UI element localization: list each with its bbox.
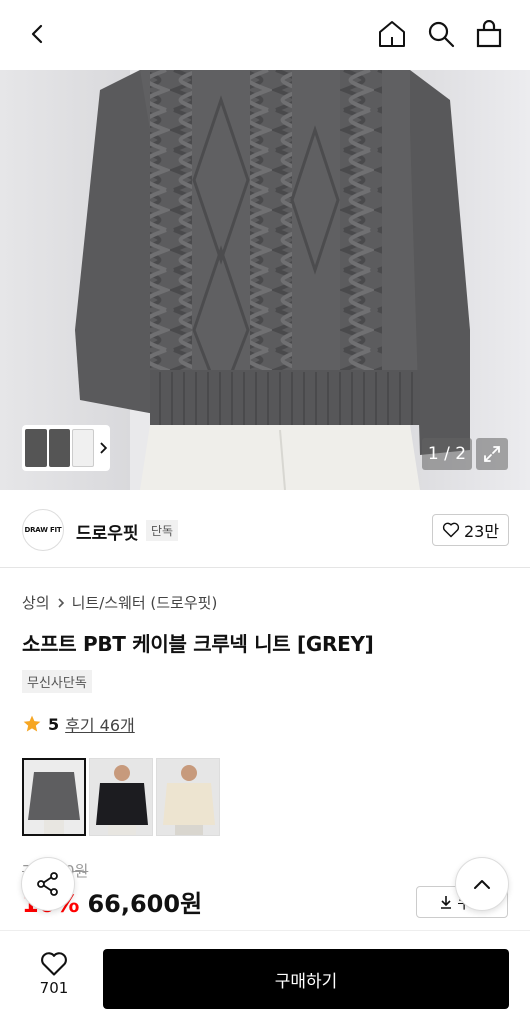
thumbnail[interactable] bbox=[72, 429, 95, 467]
color-swatch-grey[interactable] bbox=[22, 758, 86, 836]
top-bar bbox=[0, 0, 530, 70]
wishlist-button[interactable]: 701 bbox=[28, 951, 80, 997]
back-icon[interactable] bbox=[18, 14, 58, 54]
image-counter: 1 / 2 bbox=[422, 438, 472, 470]
buy-button[interactable]: 구매하기 bbox=[103, 949, 509, 1009]
brand-name[interactable]: 드로우핏 bbox=[76, 519, 139, 544]
brand-like-count: 23만 bbox=[463, 522, 500, 541]
search-icon[interactable] bbox=[421, 14, 461, 54]
product-title: 소프트 PBT 케이블 크루넥 니트 [GREY] bbox=[22, 632, 374, 656]
sale-price: 66,600원 bbox=[87, 890, 203, 918]
color-swatch-cream[interactable] bbox=[156, 758, 220, 836]
color-options bbox=[22, 758, 220, 836]
exclusive-tag: 무신사단독 bbox=[22, 670, 92, 693]
expand-icon[interactable] bbox=[476, 438, 508, 470]
download-icon bbox=[441, 896, 452, 909]
brand-logo[interactable]: DRAW FIT bbox=[22, 509, 64, 551]
share-icon bbox=[37, 872, 58, 896]
breadcrumb-item[interactable]: 니트/스웨터 (드로우핏) bbox=[72, 592, 218, 613]
thumbnail[interactable] bbox=[48, 429, 71, 467]
shopping-bag-icon[interactable] bbox=[469, 14, 509, 54]
share-button[interactable] bbox=[21, 857, 75, 911]
chevron-up-icon bbox=[474, 880, 490, 889]
breadcrumb-item[interactable]: 상의 bbox=[22, 592, 50, 613]
rating[interactable]: 5 후기 46개 bbox=[22, 712, 135, 736]
brand-row: DRAW FIT 드로우핏 단독 23만 bbox=[0, 494, 530, 568]
breadcrumb: 상의 니트/스웨터 (드로우핏) bbox=[22, 592, 217, 613]
product-image[interactable]: 1 / 2 bbox=[0, 70, 530, 490]
chevron-right-icon bbox=[58, 597, 64, 608]
thumbnail[interactable] bbox=[25, 429, 47, 467]
rating-score: 5 bbox=[48, 714, 60, 734]
wishlist-count: 701 bbox=[39, 979, 69, 997]
scroll-top-button[interactable] bbox=[455, 857, 509, 911]
image-thumbnail-strip[interactable] bbox=[22, 425, 110, 471]
heart-icon bbox=[41, 952, 67, 976]
brand-like-button[interactable]: 23만 bbox=[432, 514, 509, 546]
chevron-right-icon bbox=[100, 442, 108, 454]
color-swatch-black[interactable] bbox=[89, 758, 153, 836]
exclusive-badge: 단독 bbox=[146, 520, 179, 541]
bottom-action-bar: 701 구매하기 bbox=[0, 930, 530, 1024]
heart-icon bbox=[442, 522, 460, 538]
review-count-link[interactable]: 후기 46개 bbox=[65, 712, 135, 736]
home-icon[interactable] bbox=[372, 14, 412, 54]
star-icon bbox=[23, 715, 41, 732]
